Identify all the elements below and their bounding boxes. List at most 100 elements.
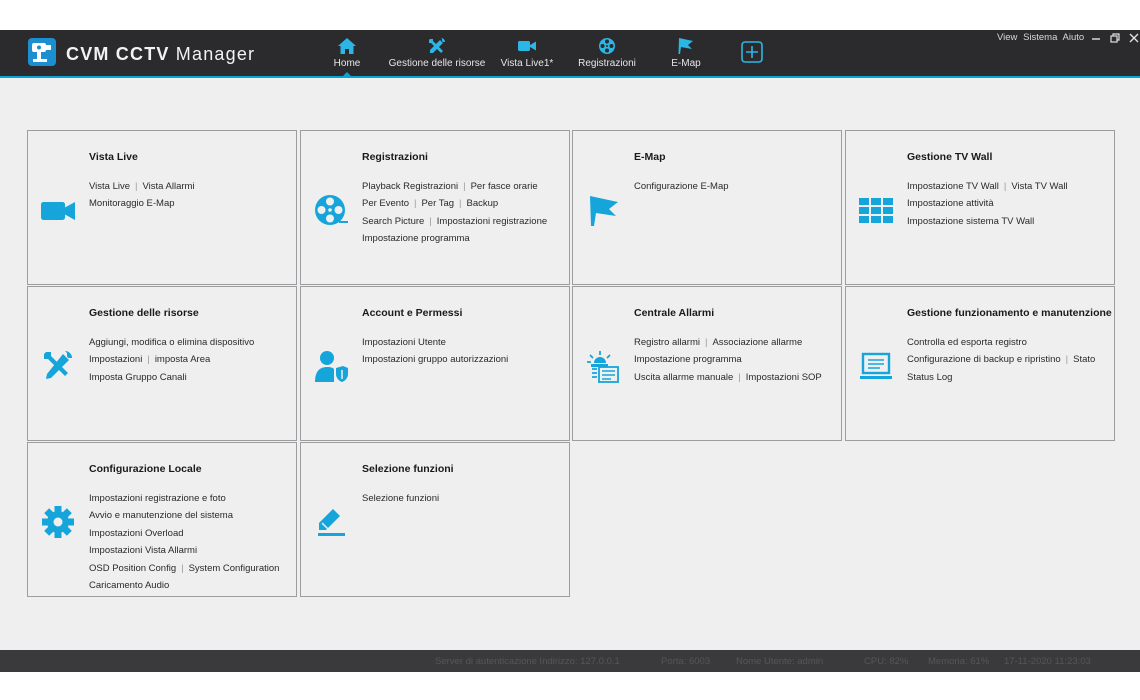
link-playback-registrazioni[interactable]: Playback Registrazioni: [362, 181, 458, 192]
link-aggiungi-dispositivo[interactable]: Aggiungi, modifica o elimina dispositivo: [89, 337, 254, 348]
link-backup[interactable]: Backup: [467, 198, 499, 209]
card-title: Vista Live: [89, 151, 138, 163]
link-impostazioni-vista-allarmi[interactable]: Impostazioni Vista Allarmi: [89, 545, 197, 556]
card-title: Selezione funzioni: [362, 463, 454, 475]
home-dashboard: Vista Live Vista Live | Vista Allarmi Moni…: [0, 78, 1140, 650]
link-impostazioni-gruppo-autorizzazioni[interactable]: Impostazioni gruppo autorizzazioni: [362, 354, 508, 365]
link-separator: |: [414, 198, 417, 210]
link-vista-allarmi[interactable]: Vista Allarmi: [142, 181, 194, 192]
link-impostazioni-utente[interactable]: Impostazioni Utente: [362, 337, 446, 348]
menu-sistema[interactable]: Sistema: [1023, 32, 1057, 43]
card-links: Configurazione E-Map: [634, 178, 729, 195]
link-osd-position-config[interactable]: OSD Position Config: [89, 563, 176, 574]
close-icon[interactable]: [1128, 32, 1140, 44]
card-title: E-Map: [634, 151, 666, 163]
link-per-tag[interactable]: Per Tag: [421, 198, 454, 209]
link-avvio-manutenzione-sistema[interactable]: Avvio e manutenzione del sistema: [89, 510, 233, 521]
link-selezione-funzioni[interactable]: Selezione funzioni: [362, 493, 439, 504]
minimize-icon[interactable]: [1090, 32, 1102, 44]
link-impostazione-tv-wall[interactable]: Impostazione TV Wall: [907, 181, 999, 192]
link-impostazioni-registrazione[interactable]: Impostazioni registrazione: [437, 216, 547, 227]
card-links: Impostazioni registrazione e foto Avvio …: [89, 490, 279, 594]
card-title: Configurazione Locale: [89, 463, 202, 475]
monitor-icon[interactable]: [858, 349, 894, 383]
tab-vista-live[interactable]: Vista Live1*: [497, 30, 557, 76]
tab-emap[interactable]: E-Map: [662, 30, 710, 76]
link-separator: |: [135, 181, 138, 192]
card-links: Vista Live | Vista Allarmi Monitoraggio E-…: [89, 178, 195, 213]
link-vista-live[interactable]: Vista Live: [89, 181, 130, 192]
link-uscita-allarme-manuale[interactable]: Uscita allarme manuale: [634, 372, 733, 383]
status-datetime: 17-11-2020 11:23:03: [1004, 656, 1091, 667]
flag-icon: [678, 38, 693, 54]
link-impostazione-attivita[interactable]: Impostazione attività: [907, 198, 994, 209]
home-icon: [338, 38, 356, 54]
link-impostazioni[interactable]: Impostazioni: [89, 354, 142, 365]
card-account-permessi: Account e Permessi Impostazioni Utente I…: [300, 286, 570, 441]
link-backup-ripristino[interactable]: Configurazione di backup e ripristino: [907, 354, 1061, 365]
link-impostazione-programma[interactable]: Impostazione programma: [634, 354, 742, 365]
card-configurazione-locale: Configurazione Locale Impostazioni regis…: [27, 442, 297, 597]
link-status-log[interactable]: Status Log: [907, 372, 952, 383]
link-impostazione-programma[interactable]: Impostazione programma: [362, 233, 470, 244]
link-per-fasce-orarie[interactable]: Per fasce orarie: [471, 181, 538, 192]
link-configurazione-emap[interactable]: Configurazione E-Map: [634, 181, 729, 192]
link-associazione-allarme[interactable]: Associazione allarme: [712, 337, 802, 348]
link-impostazioni-sop[interactable]: Impostazioni SOP: [746, 372, 822, 383]
link-per-evento[interactable]: Per Evento: [362, 198, 409, 209]
card-links: Registro allarmi | Associazione allarme Im…: [634, 334, 822, 386]
menu-aiuto[interactable]: Aiuto: [1063, 32, 1085, 43]
tab-gestione-risorse-label: Gestione delle risorse: [388, 58, 486, 69]
link-separator: |: [463, 181, 466, 192]
link-separator: |: [705, 337, 708, 348]
link-search-picture[interactable]: Search Picture: [362, 216, 424, 227]
tab-home[interactable]: Home: [322, 30, 372, 78]
gear-icon[interactable]: [40, 505, 76, 539]
app-logo-icon: [28, 38, 56, 66]
camera-icon[interactable]: [40, 193, 76, 227]
tab-registrazioni-label: Registrazioni: [578, 58, 636, 69]
link-impostazioni-registrazione-foto[interactable]: Impostazioni registrazione e foto: [89, 493, 226, 504]
tools-icon: [429, 38, 445, 53]
link-impostazione-sistema-tv-wall[interactable]: Impostazione sistema TV Wall: [907, 216, 1034, 227]
link-imposta-area[interactable]: imposta Area: [155, 354, 210, 365]
link-controlla-esporta-registro[interactable]: Controlla ed esporta registro: [907, 337, 1027, 348]
status-bar: Server di autenticazione Indirizzo: 127.…: [0, 650, 1140, 672]
edit-icon[interactable]: [313, 505, 349, 539]
status-port: Porta: 6003: [661, 656, 711, 667]
tab-registrazioni[interactable]: Registrazioni: [574, 30, 640, 76]
card-title: Gestione delle risorse: [89, 307, 199, 319]
card-title: Gestione funzionamento e manutenzione: [907, 307, 1112, 319]
link-imposta-gruppo-canali[interactable]: Imposta Gruppo Canali: [89, 372, 187, 383]
link-vista-tv-wall[interactable]: Vista TV Wall: [1011, 181, 1067, 192]
card-links: Impostazione TV Wall | Vista TV Wall Impos…: [907, 178, 1068, 230]
film-reel-icon[interactable]: [313, 193, 349, 227]
link-system-configuration[interactable]: System Configuration: [189, 563, 280, 574]
link-separator: |: [181, 562, 184, 574]
tools-icon[interactable]: [40, 349, 76, 383]
card-title: Account e Permessi: [362, 307, 463, 319]
link-caricamento-audio[interactable]: Caricamento Audio: [89, 580, 169, 591]
user-shield-icon[interactable]: [313, 349, 349, 383]
link-monitoraggio-emap[interactable]: Monitoraggio E-Map: [89, 198, 175, 209]
card-registrazioni: Registrazioni Playback Registrazioni | Per…: [300, 130, 570, 285]
link-stato[interactable]: Stato: [1073, 354, 1095, 365]
restore-icon[interactable]: [1109, 32, 1121, 44]
status-memory: Memoria: 61%: [928, 656, 990, 667]
card-links: Controlla ed esporta registro Configuraz…: [907, 334, 1095, 386]
alarm-center-icon[interactable]: [585, 349, 621, 383]
card-links: Selezione funzioni: [362, 490, 439, 507]
tab-emap-label: E-Map: [671, 58, 701, 69]
flag-icon[interactable]: [585, 193, 621, 227]
link-impostazioni-overload[interactable]: Impostazioni Overload: [89, 528, 184, 539]
link-registro-allarmi[interactable]: Registro allarmi: [634, 337, 700, 348]
tab-gestione-risorse[interactable]: Gestione delle risorse: [384, 30, 490, 76]
add-tab-icon[interactable]: [741, 41, 763, 63]
card-manutenzione: Gestione funzionamento e manutenzione Co…: [845, 286, 1115, 441]
menu-view[interactable]: View: [997, 32, 1017, 43]
tv-wall-icon[interactable]: [858, 193, 894, 227]
link-separator: |: [738, 371, 741, 383]
film-reel-icon: [599, 38, 615, 54]
status-cpu: CPU: 82%: [864, 656, 909, 667]
card-links: Playback Registrazioni | Per fasce orarie …: [362, 178, 547, 248]
